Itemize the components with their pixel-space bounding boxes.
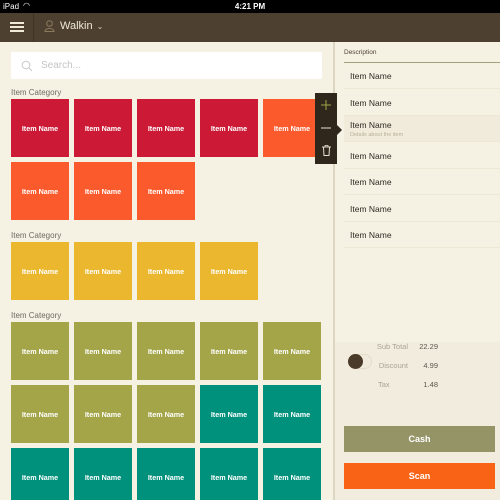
item-tile[interactable]: Item Name <box>263 99 321 157</box>
tax-toggle[interactable] <box>348 354 372 369</box>
item-tile[interactable]: Item Name <box>263 448 321 500</box>
item-tile[interactable]: Item Name <box>137 385 195 443</box>
order-line-item[interactable]: Item Name <box>344 63 500 89</box>
item-tile[interactable]: Item Name <box>263 322 321 380</box>
search-icon <box>21 60 33 71</box>
item-tile[interactable]: Item Name <box>137 99 195 157</box>
item-tile[interactable]: Item Name <box>137 162 195 220</box>
add-quantity-button[interactable] <box>315 93 337 116</box>
remove-quantity-button[interactable] <box>315 116 337 139</box>
order-line-item[interactable]: Item Name <box>344 196 500 222</box>
discount-label: Discount <box>378 361 408 370</box>
line-item-name: Item Name <box>350 120 392 130</box>
item-tile[interactable]: Item Name <box>74 162 132 220</box>
item-tile[interactable]: Item Name <box>200 242 258 300</box>
item-tile[interactable]: Item Name <box>200 448 258 500</box>
item-tile[interactable]: Item Name <box>11 322 69 380</box>
order-line-item[interactable]: Item Name <box>344 169 500 195</box>
line-item-name: Item Name <box>350 203 392 214</box>
item-tile[interactable]: Item Name <box>11 162 69 220</box>
order-line-item[interactable]: Item Name <box>344 90 500 116</box>
toggle-knob <box>348 354 363 369</box>
item-tile[interactable]: Item Name <box>74 385 132 443</box>
subtotal-value: 22.29 <box>419 342 438 351</box>
hamburger-icon[interactable] <box>10 22 24 32</box>
tax-value: 1.48 <box>423 380 438 389</box>
item-action-popover <box>315 93 342 164</box>
search-input[interactable] <box>41 60 301 71</box>
item-tile[interactable]: Item Name <box>200 322 258 380</box>
line-item-name: Item Name <box>350 230 392 240</box>
line-item-name: Item Name <box>350 150 392 161</box>
subtotal-label: Sub Total <box>376 342 408 351</box>
item-tile[interactable]: Item Name <box>263 385 321 443</box>
chevron-down-icon: ⌄ <box>96 21 104 31</box>
clock: 4:21 PM <box>234 2 266 11</box>
item-tile[interactable]: Item Name <box>137 448 195 500</box>
item-tile[interactable]: Item Name <box>11 242 69 300</box>
item-tile[interactable]: Item Name <box>200 99 258 157</box>
menu-divider <box>33 13 34 42</box>
scan-button[interactable]: Scan <box>344 463 495 489</box>
category-label: Item Category <box>11 311 62 320</box>
customer-name: Walkin <box>60 20 93 32</box>
line-item-name: Item Name <box>350 97 392 108</box>
line-item-name: Item Name <box>350 177 392 187</box>
item-tile[interactable]: Item Name <box>74 99 132 157</box>
discount-value: 4.99 <box>423 361 438 370</box>
item-tile[interactable]: Item Name <box>11 448 69 500</box>
customer-selector[interactable]: Walkin ⌄ <box>44 20 103 32</box>
catalog-pane: Item CategoryItem NameItem NameItem Name… <box>0 42 333 500</box>
top-bar: Walkin ⌄ <box>0 13 500 42</box>
item-tile[interactable]: Item Name <box>74 448 132 500</box>
popover-arrow <box>337 125 342 135</box>
category-label: Item Category <box>11 88 62 97</box>
plus-icon <box>321 99 331 110</box>
trash-icon <box>321 145 331 156</box>
item-tile[interactable]: Item Name <box>74 322 132 380</box>
item-tile[interactable]: Item Name <box>11 385 69 443</box>
item-tile[interactable]: Item Name <box>11 99 69 157</box>
item-tile[interactable]: Item Name <box>200 385 258 443</box>
order-line-item[interactable]: Item Name Details about the item <box>344 116 500 142</box>
order-line-item[interactable]: Item Name <box>344 222 500 248</box>
line-item-details: Details about the item <box>350 132 404 138</box>
item-tile[interactable]: Item Name <box>137 242 195 300</box>
description-header: Description <box>344 49 377 56</box>
order-pane: Description Sub Total 22.29 Discount 4.9… <box>335 42 500 500</box>
line-item-name: Item Name <box>350 71 392 81</box>
search-box[interactable] <box>11 52 322 79</box>
item-tile[interactable]: Item Name <box>137 322 195 380</box>
delete-item-button[interactable] <box>315 139 337 162</box>
item-tile[interactable]: Item Name <box>74 242 132 300</box>
cash-button[interactable]: Cash <box>344 426 495 452</box>
person-icon <box>44 20 55 32</box>
order-line-item[interactable]: Item Name <box>344 143 500 169</box>
tax-label: Tax <box>378 380 390 389</box>
status-bar: iPad ◠ 4:21 PM <box>0 0 500 13</box>
minus-icon <box>321 127 331 128</box>
category-label: Item Category <box>11 231 62 240</box>
